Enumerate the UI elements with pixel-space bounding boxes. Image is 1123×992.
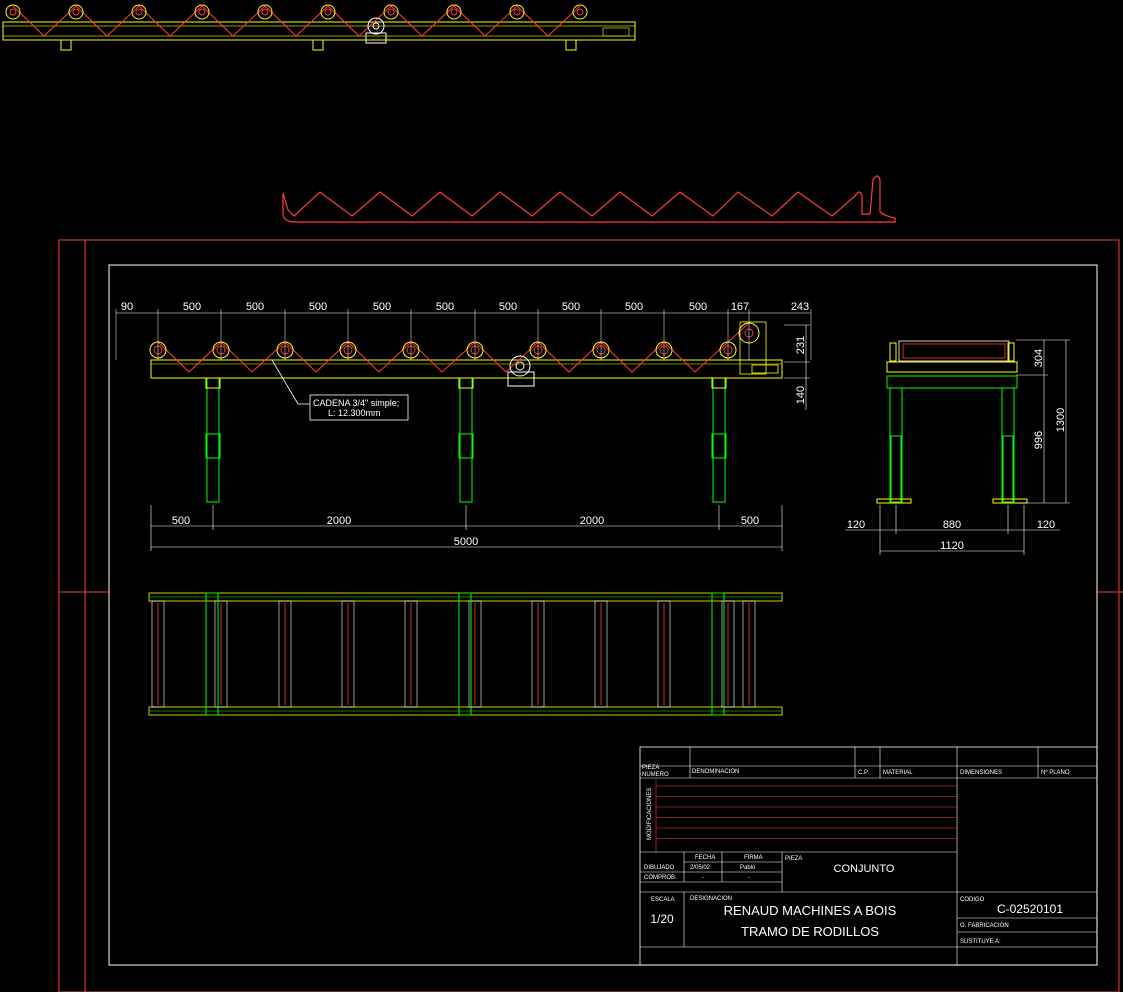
tb-codigo: CODIGO [960, 897, 985, 903]
roller-hub [450, 8, 458, 16]
dim-top-11: 243 [791, 301, 809, 313]
leg [712, 377, 726, 503]
dim-side-120-right: 120 [1037, 519, 1055, 531]
dim-bottom-0: 500 [172, 515, 190, 527]
dim-140: 140 [795, 386, 807, 404]
leg-bracket [711, 377, 727, 389]
roller-hub [513, 8, 521, 16]
roller-icon [509, 4, 525, 20]
tb-designacion: DESIGNACION [690, 896, 732, 902]
roller-hub [387, 8, 395, 16]
tb-dash-2: - [748, 875, 750, 881]
callout-line2: L: 12.300mm [328, 408, 381, 418]
dim-231: 231 [795, 336, 807, 354]
leg-bracket [205, 377, 221, 389]
dim-304: 304 [1033, 349, 1045, 367]
callout-line1: CADENA 3/4" simple; [313, 398, 399, 408]
dim-bottom-1: 2000 [327, 515, 351, 527]
tb-plano: Nº PLANO [1041, 769, 1070, 776]
roller-hub [576, 8, 584, 16]
tb-dimensiones: DIMENSIONES [960, 770, 1002, 776]
roller-icon [5, 4, 21, 20]
tb-firma: FIRMA [744, 855, 763, 861]
dim-side-1120: 1120 [940, 540, 964, 552]
plan-view [148, 592, 783, 716]
leg-sleeve [711, 433, 727, 459]
tb-dash-1: - [702, 875, 704, 881]
leg-sleeve [205, 433, 221, 459]
roller-icon [257, 4, 273, 20]
top-dimension-chain: 90 500 500 500 500 500 500 500 500 500 1… [115, 301, 812, 360]
front-view: CADENA 3/4" simple; L: 12.300mm [149, 321, 783, 503]
tb-conjunto: CONJUNTO [834, 863, 895, 875]
leg-bracket [458, 377, 474, 389]
roller-hub [261, 8, 269, 16]
leg-sleeve [458, 433, 474, 459]
tb-fecha: FECHA [695, 855, 715, 861]
chain-profile [282, 175, 896, 223]
tb-cp: C.P. [858, 770, 869, 776]
dim-side-880: 880 [943, 519, 961, 531]
tb-pieza-numero-1: PIEZA [642, 765, 659, 771]
dim-top-3: 500 [309, 301, 327, 313]
roller-icon [194, 4, 210, 20]
roller-icon [572, 4, 588, 20]
drawing-canvas: CADENA 3/4" simple; L: 12.300mm 90 500 5… [2, 4, 1123, 992]
dim-bottom-2: 2000 [580, 515, 604, 527]
dim-top-4: 500 [373, 301, 391, 313]
front-right-dims: 231 140 [784, 324, 810, 410]
tb-firma-value: Pablo [740, 865, 756, 871]
roller-hub [9, 8, 17, 16]
roller-icon [446, 4, 462, 20]
roller-hub [72, 8, 80, 16]
dim-top-9: 500 [689, 301, 707, 313]
tb-escala: ESCALA [651, 897, 675, 903]
leg [206, 377, 220, 503]
dim-top-6: 500 [499, 301, 517, 313]
dim-top-10: 167 [731, 301, 749, 313]
tb-denominacion: DENOMINACION [692, 769, 739, 775]
tb-codigo-value: C-02520101 [997, 902, 1063, 916]
tb-comprob: COMPROB. [644, 875, 677, 881]
roller-icon [320, 4, 336, 20]
roller-icon [68, 4, 84, 20]
tb-designacion-2: TRAMO DE RODILLOS [741, 924, 879, 939]
dim-1300: 1300 [1055, 408, 1067, 432]
tb-o-fabricacion: O. FABRICACION [960, 923, 1009, 929]
dim-bottom-3: 500 [741, 515, 759, 527]
dim-top-2: 500 [246, 301, 264, 313]
dim-top-8: 500 [625, 301, 643, 313]
tb-sustituye: SUSTITUYE A: [960, 939, 1001, 945]
dim-top-0: 90 [121, 301, 133, 313]
dim-top-7: 500 [562, 301, 580, 313]
roller-hub [324, 8, 332, 16]
tb-pieza: PIEZA [785, 856, 802, 862]
overview-conveyor [2, 4, 636, 51]
dim-side-120-left: 120 [847, 519, 865, 531]
tb-modificaciones: MODIFICACIONES [647, 788, 653, 840]
dim-996: 996 [1033, 431, 1045, 449]
tb-fecha-value: 2/05/02 [690, 865, 711, 871]
tb-designacion-1: RENAUD MACHINES A BOIS [724, 903, 897, 918]
roller-hub [198, 8, 206, 16]
roller-icon [383, 4, 399, 20]
tb-escala-value: 1/20 [650, 912, 674, 926]
tb-dibujado: DIBUJADO [644, 865, 675, 871]
dim-top-1: 500 [183, 301, 201, 313]
side-view: 304 996 1300 120 880 120 1120 [845, 339, 1070, 555]
dim-top-5: 500 [436, 301, 454, 313]
roller-icon [131, 4, 147, 20]
title-block: PIEZA NUMERO DENOMINACION C.P. MATERIAL … [639, 746, 1098, 966]
leg [459, 377, 473, 503]
tb-pieza-numero-2: NUMERO [642, 772, 669, 778]
tb-material: MATERIAL [883, 770, 913, 776]
roller-hub [135, 8, 143, 16]
front-bottom-dims: 500 2000 2000 500 5000 [150, 505, 783, 551]
dim-overall: 5000 [454, 536, 478, 548]
